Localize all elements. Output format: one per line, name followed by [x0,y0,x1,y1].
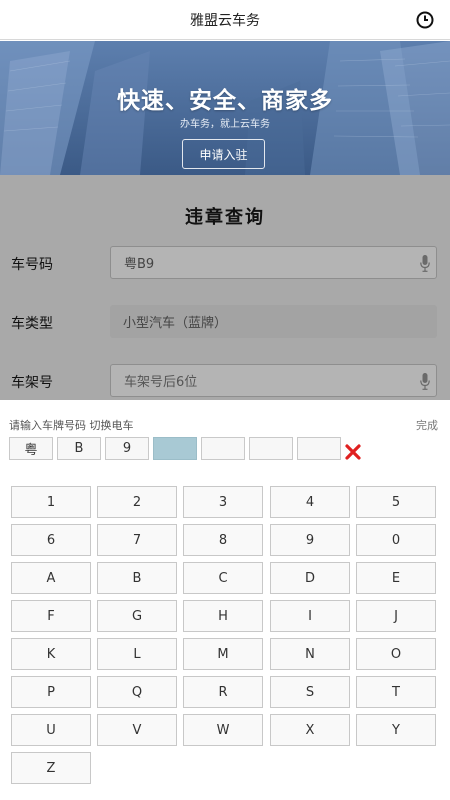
app-title: 雅盟云车务 [190,12,260,29]
key-i[interactable]: I [270,600,350,632]
key-s[interactable]: S [270,676,350,708]
vehicle-type-value: 小型汽车（蓝牌） [123,316,228,331]
key-g[interactable]: G [97,600,177,632]
key-m[interactable]: M [183,638,263,670]
key-9[interactable]: 9 [270,524,350,556]
close-icon[interactable] [345,444,361,460]
plate-slot[interactable] [249,437,293,460]
key-k[interactable]: K [11,638,91,670]
form-title: 违章查询 [185,207,265,228]
vehicle-type-label: 车类型 [11,316,53,332]
key-h[interactable]: H [183,600,263,632]
apply-button[interactable]: 申请入驻 [182,139,265,169]
key-q[interactable]: Q [97,676,177,708]
key-j[interactable]: J [356,600,436,632]
violation-query-form: 违章查询 车号码 粤B9 车类型 小型汽车（蓝牌） 车架号 车架号后6位 [0,175,450,400]
key-7[interactable]: 7 [97,524,177,556]
key-r[interactable]: R [183,676,263,708]
microphone-icon[interactable] [420,373,430,390]
key-n[interactable]: N [270,638,350,670]
key-c[interactable]: C [183,562,263,594]
key-0[interactable]: 0 [356,524,436,556]
plate-value: 粤B9 [124,257,155,272]
app-header: 雅盟云车务 [0,0,450,40]
plate-slot-active[interactable] [153,437,197,460]
key-w[interactable]: W [183,714,263,746]
key-y[interactable]: Y [356,714,436,746]
key-d[interactable]: D [270,562,350,594]
plate-slot[interactable] [297,437,341,460]
plate-slot[interactable]: 粤 [9,437,53,460]
plate-input[interactable]: 粤B9 [110,246,437,279]
plate-keyboard-panel: 请输入车牌号码 切换电车 完成 粤 B 9 1234567890ABCDEFGH… [0,400,450,800]
plate-slot[interactable]: B [57,437,101,460]
key-l[interactable]: L [97,638,177,670]
key-t[interactable]: T [356,676,436,708]
frame-placeholder: 车架号后6位 [124,375,198,390]
key-v[interactable]: V [97,714,177,746]
key-o[interactable]: O [356,638,436,670]
key-2[interactable]: 2 [97,486,177,518]
key-5[interactable]: 5 [356,486,436,518]
key-b[interactable]: B [97,562,177,594]
key-4[interactable]: 4 [270,486,350,518]
key-3[interactable]: 3 [183,486,263,518]
promo-banner: 快速、安全、商家多 办车务，就上云车务 申请入驻 [0,41,450,175]
plate-slot[interactable]: 9 [105,437,149,460]
key-1[interactable]: 1 [11,486,91,518]
key-e[interactable]: E [356,562,436,594]
vehicle-type-select[interactable]: 小型汽车（蓝牌） [110,305,437,338]
plate-slot[interactable] [201,437,245,460]
plate-label: 车号码 [11,257,53,273]
key-8[interactable]: 8 [183,524,263,556]
microphone-icon[interactable] [420,255,430,272]
key-f[interactable]: F [11,600,91,632]
frame-label: 车架号 [11,375,53,391]
keyboard-hint[interactable]: 请输入车牌号码 切换电车 [9,417,134,433]
key-p[interactable]: P [11,676,91,708]
clock-icon[interactable] [416,11,434,29]
key-a[interactable]: A [11,562,91,594]
done-button[interactable]: 完成 [416,417,438,433]
banner-subtitle: 办车务，就上云车务 [180,119,270,130]
key-6[interactable]: 6 [11,524,91,556]
frame-input[interactable]: 车架号后6位 [110,364,437,397]
banner-headline: 快速、安全、商家多 [117,88,333,114]
key-z[interactable]: Z [11,752,91,784]
key-x[interactable]: X [270,714,350,746]
key-u[interactable]: U [11,714,91,746]
